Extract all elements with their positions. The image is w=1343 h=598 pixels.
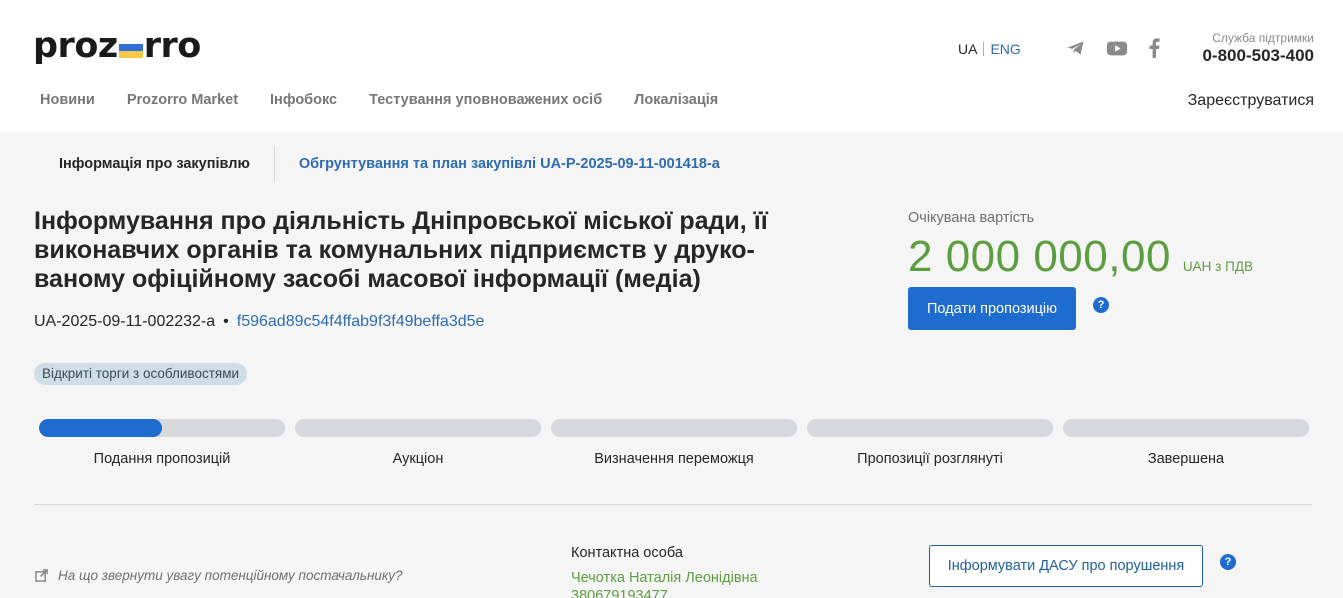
contact-phone[interactable]: 380679193477 <box>571 587 758 598</box>
tender-subtabs: Інформація про закупівлю Обгрунтування т… <box>35 147 744 181</box>
stage-label: Визначення переможця <box>594 451 754 467</box>
submit-help-icon[interactable]: ? <box>1093 297 1109 313</box>
nav-item-news[interactable]: Новини <box>40 92 95 108</box>
prozorro-logo[interactable]: proz rro <box>33 24 201 64</box>
stage-progress-bar <box>551 419 797 437</box>
external-link-icon <box>35 569 48 582</box>
tender-title: Інформування про діяльність Дніпровської… <box>34 207 768 293</box>
youtube-icon[interactable] <box>1106 38 1128 58</box>
submit-proposal-button[interactable]: Подати пропозицію <box>908 287 1076 330</box>
lang-ua[interactable]: UA <box>958 41 977 57</box>
register-link[interactable]: Зареєструватися <box>1188 92 1314 110</box>
contact-person-block: Контактна особа Чечотка Наталія Леонідів… <box>571 545 758 598</box>
id-separator: • <box>223 313 229 330</box>
social-links <box>1066 38 1160 58</box>
support-block: Служба підтримки 0-800-503-400 <box>1202 31 1314 67</box>
nav-item-infobox[interactable]: Інфобокс <box>270 92 337 108</box>
lang-separator <box>983 42 985 56</box>
dasu-help-icon[interactable]: ? <box>1220 554 1236 570</box>
stage-progress-fill <box>39 419 162 437</box>
stage-submission: Подання пропозицій <box>39 419 285 467</box>
tab-procurement-plan[interactable]: Обгрунтування та план закупівлі UA-P-202… <box>275 156 744 172</box>
support-label: Служба підтримки <box>1212 31 1314 45</box>
amount-value: 2 000 000,00 <box>908 232 1171 281</box>
stage-label: Подання пропозицій <box>93 451 231 467</box>
stage-winner: Визначення переможця <box>551 419 797 467</box>
nav-item-localization[interactable]: Локалізація <box>634 92 718 108</box>
tender-id: UA-2025-09-11-002232-a <box>34 313 216 330</box>
supplier-hint-link[interactable]: На що звернути увагу потенційному постач… <box>35 568 403 583</box>
tender-hash-link[interactable]: f596ad89c54f4ffab9f3f49beffa3d5e <box>237 313 485 331</box>
stage-completed: Завершена <box>1063 419 1309 467</box>
stage-label: Завершена <box>1147 451 1225 467</box>
telegram-icon[interactable] <box>1066 38 1086 58</box>
contact-name: Чечотка Наталія Леонідівна <box>571 570 758 586</box>
stage-progress-bar <box>295 419 541 437</box>
stage-auction: Аукціон <box>295 419 541 467</box>
procedure-type-badge: Відкриті торги з особливостями <box>34 363 248 385</box>
amount-currency: UAH з ПДВ <box>1182 259 1253 274</box>
tender-identifiers: UA-2025-09-11-002232-a • f596ad89c54f4ff… <box>34 313 484 331</box>
stage-label: Пропозиції розглянуті <box>857 451 1003 467</box>
expected-value-block: Очікувана вартість <box>908 210 1034 226</box>
expected-amount: 2 000 000,00 UAH з ПДВ <box>908 232 1253 282</box>
expected-value-label: Очікувана вартість <box>908 210 1035 226</box>
tab-procurement-info[interactable]: Інформація про закупівлю <box>35 156 274 172</box>
stage-progress-bar <box>807 419 1053 437</box>
report-dasu-button[interactable]: Інформувати ДАСУ про порушення <box>929 545 1203 587</box>
stage-reviewed: Пропозиції розглянуті <box>807 419 1053 467</box>
site-header: proz rro UA ENG Служба підтримки 0-800-50… <box>0 0 1343 131</box>
nav-item-testing[interactable]: Тестування уповноважених осіб <box>369 92 602 108</box>
stage-progress-bar <box>1063 419 1309 437</box>
supplier-hint-text: На що звернути увагу потенційному постач… <box>58 568 403 583</box>
facebook-icon[interactable] <box>1148 38 1160 58</box>
stage-progress-bar <box>39 419 285 437</box>
section-divider <box>34 504 1312 505</box>
support-phone[interactable]: 0-800-503-400 <box>1202 45 1314 67</box>
ukraine-flag-icon <box>118 44 143 58</box>
contact-label: Контактна особа <box>571 545 683 561</box>
lang-eng[interactable]: ENG <box>990 41 1020 57</box>
language-switcher: UA ENG <box>958 41 1021 57</box>
main-nav: Новини Prozorro Market Інфобокс Тестуван… <box>40 92 750 108</box>
nav-item-market[interactable]: Prozorro Market <box>127 92 238 108</box>
stage-label: Аукціон <box>392 451 444 467</box>
